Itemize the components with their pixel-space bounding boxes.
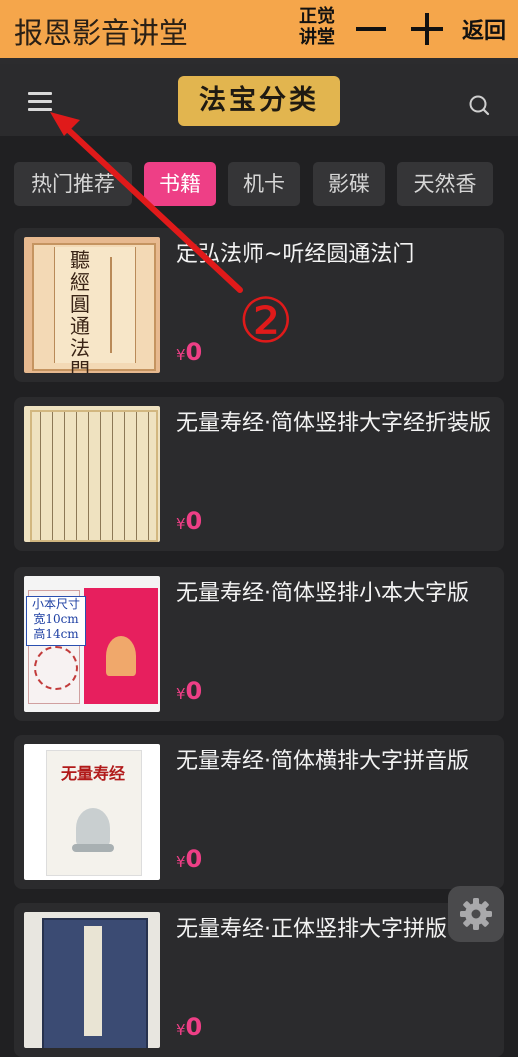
tab-natural-incense[interactable]: 天然香: [397, 162, 493, 206]
gear-icon: [460, 898, 492, 930]
book-cover-image: 无量寿经: [24, 744, 160, 880]
logo-line-2: 讲堂: [299, 27, 335, 48]
cover-height-label: 高14cm: [33, 627, 79, 641]
search-icon[interactable]: [468, 94, 490, 116]
book-cover-image: 小本尺寸 宽10cm 高14cm: [24, 576, 160, 712]
page-header: 法宝分类: [0, 64, 518, 136]
tab-hot-recommend[interactable]: 热门推荐: [14, 162, 132, 206]
zoom-out-button[interactable]: [354, 12, 388, 46]
book-cover-title: 聽經圓通法門: [70, 248, 90, 373]
cover-width-label: 宽10cm: [33, 612, 79, 626]
book-cover-image: [24, 406, 160, 542]
zoom-in-button[interactable]: [408, 10, 446, 48]
book-card[interactable]: 无量寿经·简体竖排大字经折装版 ¥0: [14, 397, 504, 551]
book-title: 无量寿经·简体竖排大字经折装版: [176, 411, 491, 436]
back-button[interactable]: 返回: [462, 13, 506, 45]
book-title: 无量寿经·正体竖排大字拼版: [176, 917, 447, 942]
book-cover-title: 无量寿经: [60, 764, 125, 783]
app-title: 报恩影音讲堂: [14, 16, 189, 50]
book-price: ¥0: [176, 507, 203, 535]
category-tabs: 热门推荐 书籍 机卡 影碟 天然香: [0, 162, 518, 208]
book-cover-image: 聽經圓通法門: [24, 237, 160, 373]
book-title: 无量寿经·简体横排大字拼音版: [176, 749, 469, 774]
book-title: 定弘法师~听经圆通法门: [176, 242, 415, 267]
book-card[interactable]: 无量寿经·正体竖排大字拼版 ¥0: [14, 903, 504, 1057]
book-title: 无量寿经·简体竖排小本大字版: [176, 581, 469, 606]
book-price: ¥0: [176, 845, 203, 873]
tab-books[interactable]: 书籍: [144, 162, 216, 206]
book-cover-image: [24, 912, 160, 1048]
book-card[interactable]: 无量寿经 无量寿经·简体横排大字拼音版 ¥0: [14, 735, 504, 889]
app-top-bar: 报恩影音讲堂 正觉 讲堂 返回: [0, 0, 518, 58]
settings-button[interactable]: [448, 886, 504, 942]
page-title: 法宝分类: [178, 76, 340, 126]
logo-line-1: 正觉: [299, 6, 335, 27]
tab-player-cards[interactable]: 机卡: [228, 162, 300, 206]
menu-icon[interactable]: [28, 92, 52, 112]
book-card[interactable]: 小本尺寸 宽10cm 高14cm 无量寿经·简体竖排小本大字版 ¥0: [14, 567, 504, 721]
book-price: ¥0: [176, 677, 203, 705]
book-price: ¥0: [176, 1013, 203, 1041]
annotation-step-number: ②: [238, 284, 294, 357]
tab-discs[interactable]: 影碟: [313, 162, 385, 206]
book-price: ¥0: [176, 338, 203, 366]
zhengjue-logo[interactable]: 正觉 讲堂: [296, 6, 338, 48]
cover-size-label: 小本尺寸: [31, 597, 80, 611]
